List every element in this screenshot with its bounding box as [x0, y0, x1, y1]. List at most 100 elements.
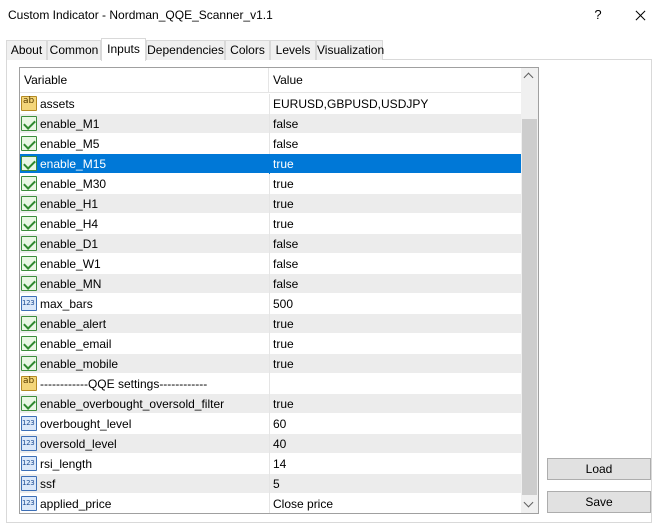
inputs-grid: Variable Value assets EURUSD,GBPUSD,USDJP… [19, 67, 539, 514]
number-type-icon [21, 476, 37, 491]
variable-value[interactable]: false [269, 254, 521, 274]
variable-value[interactable]: true [269, 314, 521, 334]
window-title: Custom Indicator - Nordman_QQE_Scanner_v… [8, 8, 273, 22]
text-type-icon [21, 376, 37, 391]
bool-type-icon [21, 116, 37, 131]
variable-name: enable_W1 [40, 257, 101, 271]
title-bar: Custom Indicator - Nordman_QQE_Scanner_v… [0, 0, 658, 32]
variable-name: oversold_level [40, 437, 117, 451]
variable-name: ssf [40, 477, 56, 491]
variable-value[interactable]: false [269, 134, 521, 154]
scroll-up-icon[interactable] [521, 68, 538, 85]
variable-value[interactable]: 40 [269, 434, 521, 454]
bool-type-icon [21, 216, 37, 231]
variable-name: enable_M5 [40, 137, 100, 151]
table-row[interactable]: enable_H1 true [20, 194, 521, 214]
bool-type-icon [21, 336, 37, 351]
text-type-icon [21, 96, 37, 111]
save-button[interactable]: Save [547, 491, 651, 513]
help-button[interactable]: ? [584, 4, 612, 28]
variable-value[interactable]: 14 [269, 454, 521, 474]
variable-value[interactable] [269, 374, 521, 394]
bool-type-icon [21, 196, 37, 211]
bool-type-icon [21, 276, 37, 291]
table-row[interactable]: assets EURUSD,GBPUSD,USDJPY [20, 94, 521, 114]
tab-visualization[interactable]: Visualization [316, 40, 384, 60]
table-row[interactable]: ssf 5 [20, 474, 521, 494]
variable-name: enable_H1 [40, 197, 99, 211]
table-row[interactable]: enable_mobile true [20, 354, 521, 374]
tab-dependencies[interactable]: Dependencies [146, 40, 225, 60]
bool-type-icon [21, 156, 37, 171]
variable-name: ------------QQE settings------------ [40, 377, 208, 391]
table-row[interactable]: enable_M30 true [20, 174, 521, 194]
number-type-icon [21, 456, 37, 471]
table-row[interactable]: enable_M15 true [20, 154, 521, 174]
table-row[interactable]: enable_M1 false [20, 114, 521, 134]
variable-value[interactable]: 5 [269, 474, 521, 494]
variable-name: assets [40, 97, 75, 111]
variable-value[interactable]: false [269, 234, 521, 254]
variable-name: enable_D1 [40, 237, 99, 251]
table-row[interactable]: overbought_level 60 [20, 414, 521, 434]
variable-value[interactable]: false [269, 114, 521, 134]
table-row[interactable]: applied_price Close price [20, 494, 521, 513]
variable-name: overbought_level [40, 417, 132, 431]
scroll-down-icon[interactable] [521, 496, 538, 513]
variable-name: enable_mobile [40, 357, 119, 371]
variable-name: enable_H4 [40, 217, 99, 231]
number-type-icon [21, 296, 37, 311]
column-header-variable[interactable]: Variable [20, 68, 269, 93]
variable-name: enable_overbought_oversold_filter [40, 397, 225, 411]
table-row[interactable]: enable_MN false [20, 274, 521, 294]
scrollbar-thumb[interactable] [522, 119, 537, 495]
bool-type-icon [21, 136, 37, 151]
variable-name: max_bars [40, 297, 93, 311]
variable-value[interactable]: EURUSD,GBPUSD,USDJPY [269, 94, 521, 114]
tab-common[interactable]: Common [47, 40, 101, 60]
tab-colors[interactable]: Colors [225, 40, 270, 60]
variable-value[interactable]: true [269, 214, 521, 234]
tab-inputs[interactable]: Inputs [101, 38, 146, 61]
table-row[interactable]: enable_alert true [20, 314, 521, 334]
number-type-icon [21, 416, 37, 431]
tab-about[interactable]: About [6, 40, 47, 60]
grid-header: Variable Value [20, 68, 521, 93]
tab-levels[interactable]: Levels [270, 40, 316, 60]
grid-rows: assetsEURUSD,GBPUSD,USDJPYenable_M1false… [20, 94, 521, 513]
load-button[interactable]: Load [547, 458, 651, 480]
variable-name: enable_M30 [40, 177, 107, 191]
variable-name: enable_email [40, 337, 112, 351]
table-row[interactable]: enable_W1 false [20, 254, 521, 274]
variable-value[interactable]: false [269, 274, 521, 294]
number-type-icon [21, 436, 37, 451]
variable-name: rsi_length [40, 457, 93, 471]
table-row[interactable]: ------------QQE settings------------ [20, 374, 521, 394]
bool-type-icon [21, 256, 37, 271]
bool-type-icon [21, 316, 37, 331]
variable-value[interactable]: 500 [269, 294, 521, 314]
table-row[interactable]: oversold_level 40 [20, 434, 521, 454]
table-row[interactable]: enable_H4 true [20, 214, 521, 234]
table-row[interactable]: max_bars 500 [20, 294, 521, 314]
variable-name: enable_M1 [40, 117, 100, 131]
variable-value[interactable]: true [269, 394, 521, 414]
vertical-scrollbar[interactable] [521, 68, 538, 513]
table-row[interactable]: enable_M5 false [20, 134, 521, 154]
variable-value[interactable]: Close price [269, 494, 521, 513]
variable-value[interactable]: true [269, 194, 521, 214]
table-row[interactable]: enable_D1 false [20, 234, 521, 254]
table-row[interactable]: rsi_length 14 [20, 454, 521, 474]
variable-value[interactable]: true [269, 154, 521, 174]
variable-value[interactable]: true [269, 334, 521, 354]
bool-type-icon [21, 356, 37, 371]
table-row[interactable]: enable_overbought_oversold_filter true [20, 394, 521, 414]
variable-value[interactable]: 60 [269, 414, 521, 434]
variable-value[interactable]: true [269, 354, 521, 374]
column-header-value[interactable]: Value [269, 68, 521, 93]
close-icon[interactable] [626, 4, 654, 28]
table-row[interactable]: enable_email true [20, 334, 521, 354]
number-type-icon [21, 496, 37, 511]
variable-value[interactable]: true [269, 174, 521, 194]
variable-name: applied_price [40, 497, 112, 511]
